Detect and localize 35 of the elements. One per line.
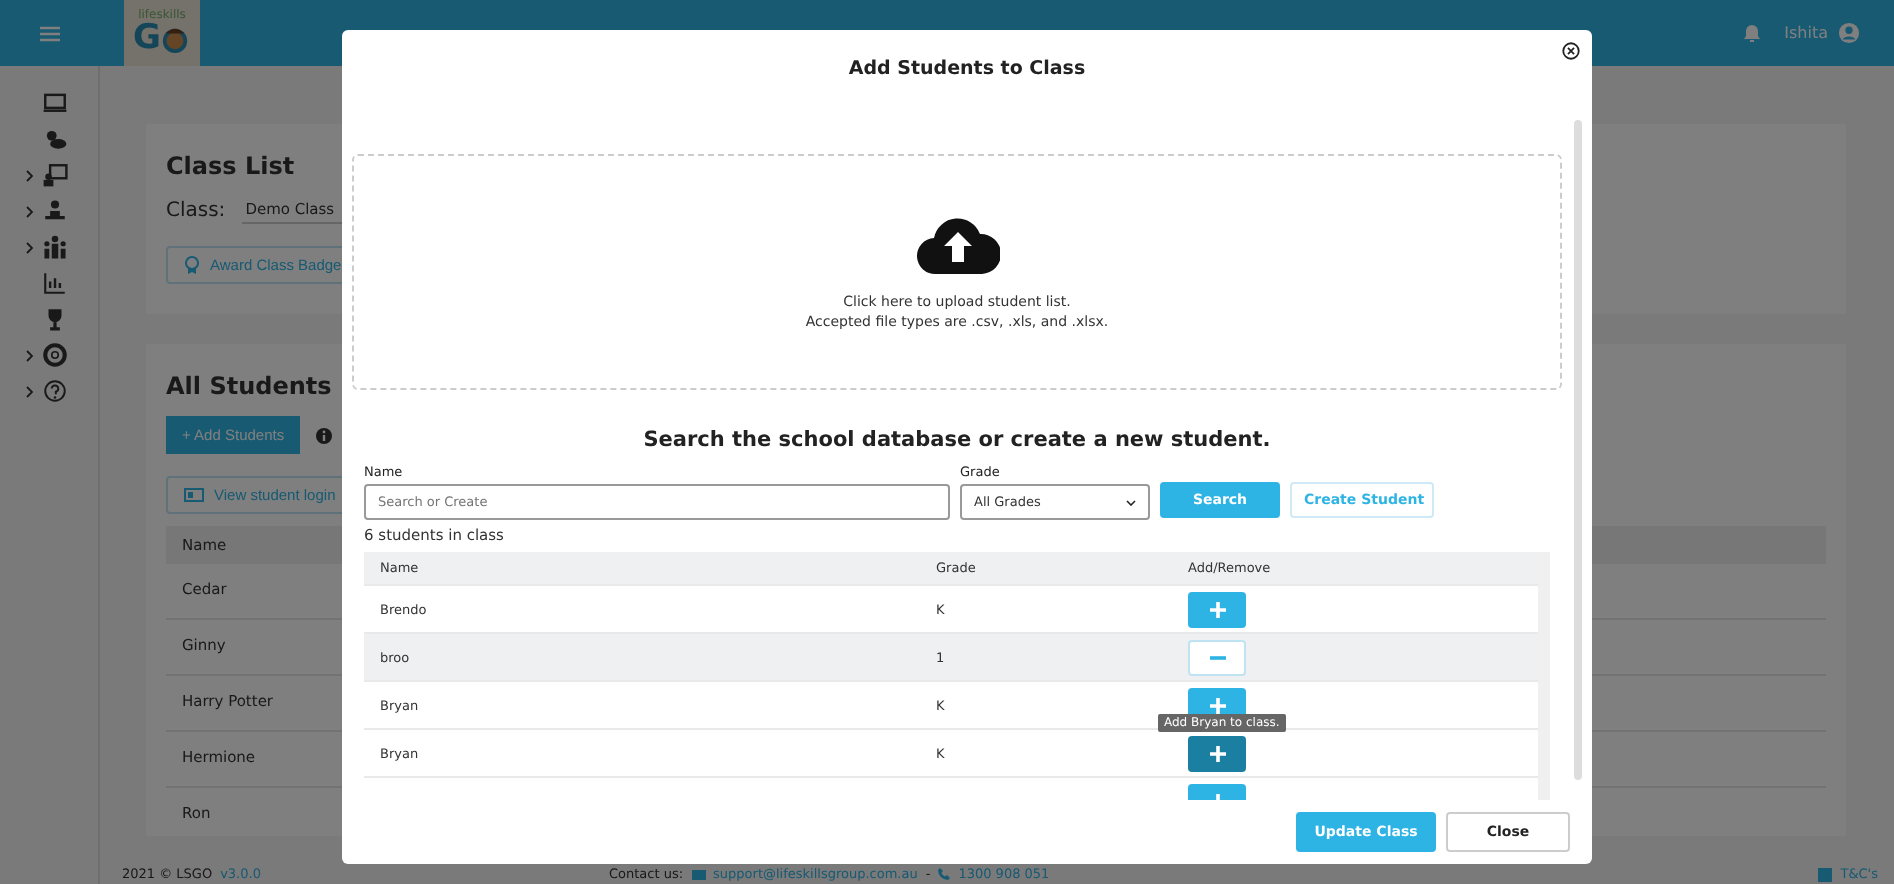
phone-icon — [938, 868, 951, 880]
badge-icon — [184, 256, 200, 274]
chart-icon[interactable] — [42, 270, 68, 296]
card-title: Class List — [166, 152, 297, 180]
lifebuoy-icon[interactable] — [42, 342, 68, 368]
envelope-icon — [691, 869, 706, 879]
plus-icon — [1207, 743, 1227, 763]
person-hand-icon[interactable] — [42, 198, 68, 224]
close-icon[interactable] — [1562, 42, 1580, 60]
logo-mascot-drawing — [160, 24, 191, 54]
cloud-upload-icon — [915, 214, 999, 278]
id-card-icon — [184, 488, 204, 502]
chevron-icon[interactable] — [26, 385, 34, 397]
logo-letter: G — [133, 22, 161, 56]
chevron-icon[interactable] — [26, 349, 34, 361]
monitor-icon[interactable] — [42, 90, 68, 116]
plus-icon — [1207, 599, 1227, 619]
help-icon[interactable] — [42, 378, 68, 404]
card-title: All Students — [166, 372, 334, 400]
chevron-icon[interactable] — [26, 169, 34, 181]
dialog-title: Add Students to Class — [848, 58, 1086, 80]
search-heading: Search the school database or create a new student. — [641, 428, 1273, 452]
plus-icon — [1207, 695, 1227, 715]
caret-icon — [1126, 499, 1136, 505]
user-name[interactable]: Ishita — [1784, 24, 1828, 42]
class-label: Class: — [166, 199, 226, 221]
scrollbar[interactable] — [1574, 120, 1582, 780]
presentation-icon[interactable] — [42, 162, 68, 188]
add-button[interactable] — [1188, 591, 1246, 627]
chevron-icon[interactable] — [26, 241, 34, 253]
info-icon[interactable] — [316, 427, 333, 443]
minus-icon — [1207, 653, 1227, 661]
family-icon[interactable] — [42, 234, 68, 260]
chevron-icon[interactable] — [26, 205, 34, 217]
add-button[interactable] — [1188, 735, 1246, 771]
